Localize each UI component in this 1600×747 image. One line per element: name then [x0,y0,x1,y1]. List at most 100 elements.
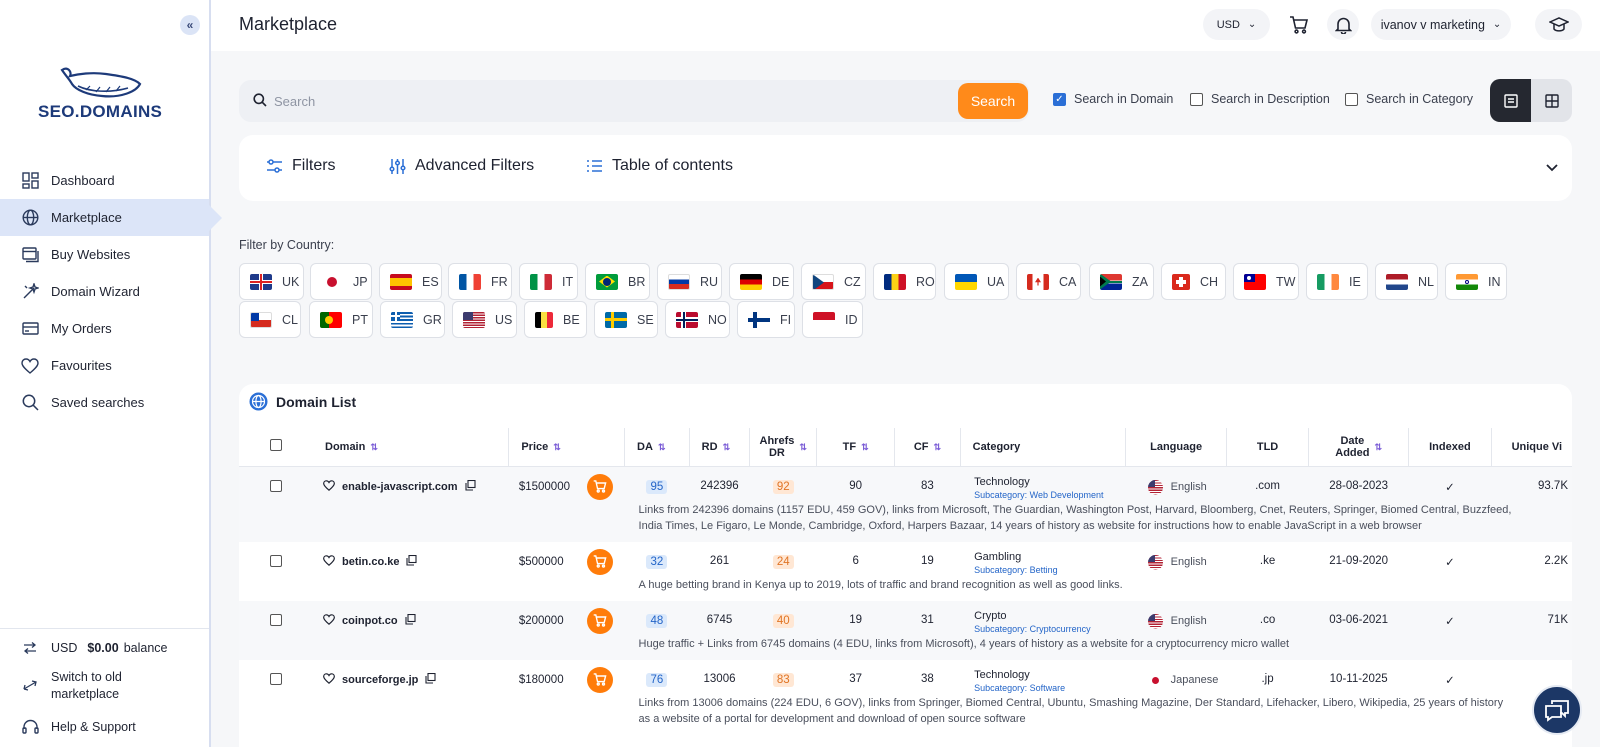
add-to-cart-button[interactable] [586,473,613,500]
copy-icon[interactable] [406,554,418,569]
user-menu-dropdown[interactable]: ivanov v marketing ⌄ [1371,9,1511,40]
country-ie-button[interactable]: IE [1306,263,1368,300]
search-in-category-option[interactable]: Search in Category [1345,92,1473,106]
country-jp-button[interactable]: JP [310,263,372,300]
country-be-button[interactable]: BE [524,301,587,338]
column-header-indexed[interactable]: Indexed [1408,428,1492,467]
table-row[interactable]: coinpot.co $200000 48 6745 40 19 31 Cryp… [239,600,1572,634]
row-checkbox[interactable] [270,479,282,492]
country-de-button[interactable]: DE [729,263,794,300]
copy-icon[interactable] [405,613,416,628]
copy-icon[interactable] [465,479,476,494]
country-us-button[interactable]: US [452,301,517,338]
country-br-button[interactable]: BR [585,263,650,300]
sidebar-item-favourites[interactable]: Favourites [0,347,209,384]
add-to-cart-button[interactable] [586,548,613,575]
column-header-tld[interactable]: TLD [1226,428,1310,467]
country-nl-button[interactable]: NL [1375,263,1438,300]
country-fi-button[interactable]: FI [737,301,795,338]
academy-button[interactable] [1535,9,1582,40]
search-button[interactable]: Search [958,83,1028,119]
heart-icon[interactable] [323,479,335,494]
sidebar-item-buy-websites[interactable]: Buy Websites [0,236,209,273]
search-input[interactable] [274,91,934,111]
country-ro-button[interactable]: RO [873,263,936,300]
sidebar-item-saved-searches[interactable]: Saved searches [0,384,209,421]
collapse-sidebar-button[interactable]: « [180,15,200,35]
balance-row[interactable]: USD $0.00 balance [0,641,209,655]
table-row[interactable]: betin.co.ke $500000 32 261 24 6 19 Gambl… [239,542,1572,575]
country-cz-button[interactable]: CZ [801,263,866,300]
column-header-domain[interactable]: Domain ⇅ [313,428,510,467]
grid-view-button[interactable] [1531,79,1572,122]
column-header-rd[interactable]: RD ⇅ [689,428,751,467]
country-cl-button[interactable]: CL [239,301,301,338]
notifications-button[interactable] [1327,9,1359,40]
country-uk-button[interactable]: UK [239,263,304,300]
search-in-domain-option[interactable]: ✓ Search in Domain [1053,92,1173,106]
domain-name[interactable]: betin.co.ke [342,556,399,568]
column-header-ahrefs-dr[interactable]: Ahrefs DR ⇅ [749,428,818,467]
column-header-tf[interactable]: TF ⇅ [816,428,896,467]
row-checkbox[interactable] [270,554,282,567]
search-in-category-checkbox[interactable] [1345,92,1358,106]
help-support-link[interactable]: Help & Support [0,719,209,735]
domain-name[interactable]: coinpot.co [342,615,398,627]
country-in-button[interactable]: IN [1445,263,1507,300]
tf-value: 6 [852,554,859,567]
country-no-button[interactable]: NO [665,301,730,338]
domain-name[interactable]: enable-javascript.com [342,481,458,493]
domain-name[interactable]: sourceforge.jp [342,674,418,686]
table-row[interactable]: enable-javascript.com $1500000 95 242396… [239,466,1572,500]
search-in-description-option[interactable]: Search in Description [1190,92,1330,106]
heart-icon[interactable] [323,613,335,628]
row-checkbox[interactable] [270,672,282,685]
add-to-cart-button[interactable] [586,666,613,693]
table-row[interactable]: sourceforge.jp $180000 76 13006 83 37 38… [239,660,1572,693]
select-all-checkbox[interactable] [270,439,282,452]
fi-flag-icon [748,311,770,328]
country-pt-button[interactable]: PT [309,301,373,338]
sidebar-item-marketplace[interactable]: Marketplace [0,199,222,236]
country-se-button[interactable]: SE [594,301,658,338]
column-header-da[interactable]: DA ⇅ [624,428,690,467]
country-ru-button[interactable]: RU [657,263,722,300]
sidebar-item-dashboard[interactable]: Dashboard [0,162,209,199]
column-header-unique-visitors[interactable]: Unique Vi [1491,428,1572,467]
country-ca-button[interactable]: CA [1016,263,1081,300]
country-id-button[interactable]: ID [802,301,863,338]
currency-dropdown[interactable]: USD ⌄ [1203,9,1270,40]
chat-support-button[interactable] [1532,685,1582,735]
column-header-language[interactable]: Language [1125,428,1228,467]
tab-advanced-filters[interactable]: Advanced Filters [389,157,534,175]
row-checkbox[interactable] [270,613,282,626]
logo[interactable]: SEO.DOMAINS [38,62,172,126]
list-view-button[interactable] [1490,79,1531,122]
country-ua-button[interactable]: UA [944,263,1009,300]
tab-filters[interactable]: Filters [266,157,336,175]
expand-filters-chevron-icon[interactable] [1546,159,1558,177]
country-fr-button[interactable]: FR [448,263,512,300]
country-es-button[interactable]: ES [379,263,442,300]
search-in-domain-checkbox[interactable]: ✓ [1053,92,1066,106]
country-gr-button[interactable]: GR [380,301,445,338]
heart-icon[interactable] [323,672,335,687]
tab-table-of-contents[interactable]: Table of contents [586,157,733,175]
column-header-cf[interactable]: CF ⇅ [894,428,961,467]
country-ch-button[interactable]: CH [1161,263,1226,300]
cart-button[interactable] [1283,9,1315,40]
column-header-date-added[interactable]: Date Added ⇅ [1308,428,1410,467]
heart-icon[interactable] [323,554,335,569]
country-it-button[interactable]: IT [519,263,578,300]
sidebar-item-my-orders[interactable]: My Orders [0,310,209,347]
column-header-price[interactable]: Price ⇅ [508,428,626,467]
copy-icon[interactable] [425,672,436,687]
switch-old-marketplace-link[interactable]: Switch to old marketplace [0,669,209,703]
column-header-category[interactable]: Category [960,428,1127,467]
sidebar-item-domain-wizard[interactable]: Domain Wizard [0,273,209,310]
country-tw-button[interactable]: TW [1233,263,1299,300]
add-to-cart-button[interactable] [586,607,613,634]
country-za-button[interactable]: ZA [1089,263,1154,300]
cart-icon [593,555,607,568]
search-in-description-checkbox[interactable] [1190,92,1203,106]
